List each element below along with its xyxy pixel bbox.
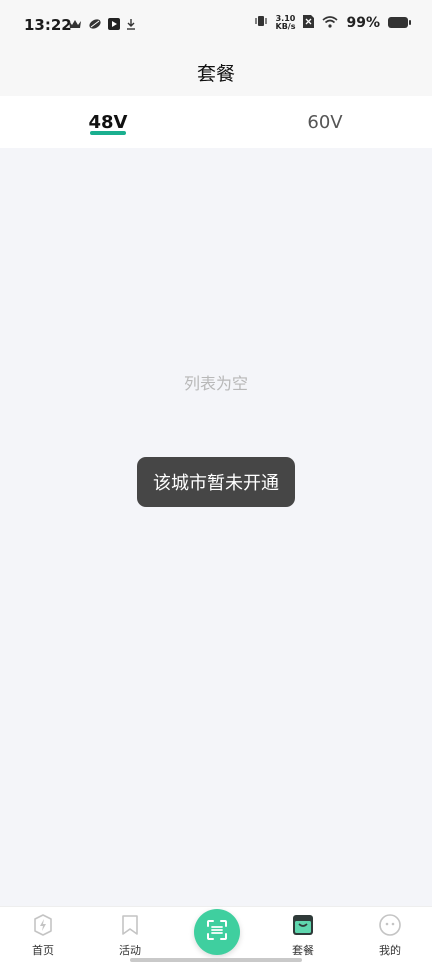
nav-item-package[interactable]: 套餐 [271,913,335,958]
nav-label-activity: 活动 [119,944,141,957]
crown-icon [68,15,82,34]
toast-message: 该城市暂未开通 [137,457,295,507]
battery-percent: 99% [346,14,380,31]
bolt-icon [31,913,55,937]
voltage-tabs: 48V 60V [0,96,432,148]
status-left-icons [68,15,136,34]
status-bar: 13:22 3.10 KB/s 99% [0,0,432,48]
home-indicator [130,958,302,962]
scan-button[interactable] [194,909,240,955]
net-speed: 3.10 KB/s [275,14,296,31]
empty-list-text: 列表为空 [183,374,248,393]
nav-label-package: 套餐 [292,944,314,957]
header: 套餐 [0,48,432,96]
bookmark-icon [118,913,142,937]
tab-60v[interactable]: 60V [275,96,375,148]
package-list: 列表为空 [0,148,432,906]
download-icon [126,15,136,34]
active-tab-indicator [90,131,126,135]
nav-item-activity[interactable]: 活动 [98,913,162,958]
play-app-icon [108,15,120,34]
package-bag-icon [291,913,315,937]
wifi-icon [322,13,339,32]
nav-item-mine[interactable]: 我的 [358,913,422,958]
no-sim-icon [303,13,315,32]
nav-item-home[interactable]: 首页 [11,913,75,958]
page-title: 套餐 [196,62,235,85]
face-icon [378,913,402,937]
tab-48v[interactable]: 48V [58,96,158,148]
nav-label-home: 首页 [32,944,54,957]
net-speed-unit: KB/s [275,21,296,31]
status-time: 13:22 [24,16,72,34]
nav-label-mine: 我的 [379,944,401,957]
scan-icon [205,918,229,946]
status-right-icons: 3.10 KB/s 99% [254,13,411,32]
vibrate-icon [254,13,268,32]
battery-icon [388,17,411,28]
leaf-icon [88,15,102,34]
